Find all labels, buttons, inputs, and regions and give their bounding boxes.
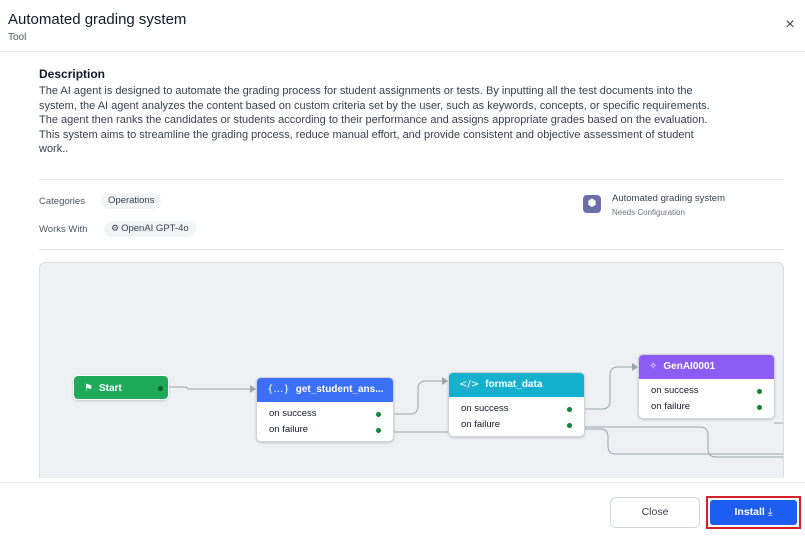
node-label: format_data <box>485 379 543 390</box>
description-line: work.. <box>39 143 69 156</box>
workflow-node-start[interactable]: ⚑ Start <box>73 375 169 400</box>
failure-dot[interactable] <box>757 405 762 410</box>
edge-format-to-genai <box>585 366 636 410</box>
openai-icon: ⚙ <box>111 224 120 234</box>
description-heading: Description <box>39 67 106 81</box>
output-port[interactable] <box>158 386 163 391</box>
close-icon[interactable]: × <box>782 17 798 33</box>
flag-icon: ⚑ <box>84 383 93 394</box>
dialog-header: Automated grading system Tool × <box>0 0 805 52</box>
port-label: on success <box>651 385 699 396</box>
on-failure-port[interactable]: on failure <box>257 422 393 438</box>
edge-get-student-to-format <box>394 380 446 415</box>
port-label: on failure <box>269 424 309 435</box>
install-button[interactable]: Install ⤓ <box>710 500 797 525</box>
port-label: on success <box>269 408 317 419</box>
node-header: ✧ GenAI0001 <box>639 355 774 379</box>
description-line: system, the AI agent analyzes the conten… <box>39 99 710 112</box>
node-label: GenAI0001 <box>663 361 716 372</box>
start-node-header: ⚑ Start <box>74 376 168 399</box>
port-label: on success <box>461 403 509 414</box>
works-with-label: Works With <box>39 224 88 235</box>
node-label: get_student_ans... <box>295 384 384 395</box>
variable-braces-icon: {…} <box>267 384 290 395</box>
description-line: This system aims to streamline the gradi… <box>39 128 694 141</box>
works-with-value: OpenAI GPT-4o <box>121 223 189 234</box>
on-failure-port[interactable]: on failure <box>639 399 774 415</box>
node-header: </> format_data <box>449 373 584 397</box>
node-header: {…} get_student_ans... <box>257 378 393 402</box>
edge-start-to-get-student <box>169 386 250 390</box>
on-failure-port[interactable]: on failure <box>449 417 584 433</box>
description-line: The AI agent is designed to automate the… <box>39 85 693 97</box>
tool-card-status: Needs Configuration <box>612 208 685 217</box>
categories-label: Categories <box>39 196 85 207</box>
box-icon: ⬢ <box>583 195 601 213</box>
port-label: on failure <box>651 401 691 412</box>
dialog-title: Automated grading system <box>8 11 187 28</box>
description-text: The AI agent is designed to automate the… <box>39 84 779 157</box>
failure-dot[interactable] <box>376 428 381 433</box>
success-dot[interactable] <box>757 389 762 394</box>
close-button[interactable]: Close <box>610 497 700 528</box>
workflow-canvas[interactable]: ⚑ Start {…} get_student_ans... on success … <box>39 262 784 478</box>
failure-dot[interactable] <box>567 423 572 428</box>
download-icon: ⤓ <box>767 506 773 518</box>
dialog-subtitle: Tool <box>8 32 27 43</box>
divider <box>39 249 784 250</box>
success-dot[interactable] <box>567 407 572 412</box>
tool-card-name: Automated grading system <box>612 193 726 204</box>
workflow-node-get-student-answers[interactable]: {…} get_student_ans... on success on fail… <box>256 377 394 442</box>
sparkle-icon: ✧ <box>649 361 658 372</box>
category-pill: Operations <box>101 193 162 209</box>
install-label: Install <box>734 506 765 518</box>
edge-format-failure-a <box>585 426 783 458</box>
port-label: on failure <box>461 419 501 430</box>
workflow-node-format-data[interactable]: </> format_data on success on failure <box>448 372 585 437</box>
edge-format-failure-b <box>585 428 783 455</box>
divider <box>39 179 784 180</box>
start-node-label: Start <box>98 383 122 394</box>
code-icon: </> <box>459 379 480 390</box>
workflow-node-genai0001[interactable]: ✧ GenAI0001 on success on failure <box>638 354 775 419</box>
on-success-port[interactable]: on success <box>257 406 393 422</box>
install-button-highlight: Install ⤓ <box>706 496 801 529</box>
success-dot[interactable] <box>376 412 381 417</box>
works-with-pill: ⚙ OpenAI GPT-4o <box>104 221 196 237</box>
description-line: The agent then ranks the candidates or s… <box>39 114 708 127</box>
on-success-port[interactable]: on success <box>449 401 584 417</box>
on-success-port[interactable]: on success <box>639 383 774 399</box>
